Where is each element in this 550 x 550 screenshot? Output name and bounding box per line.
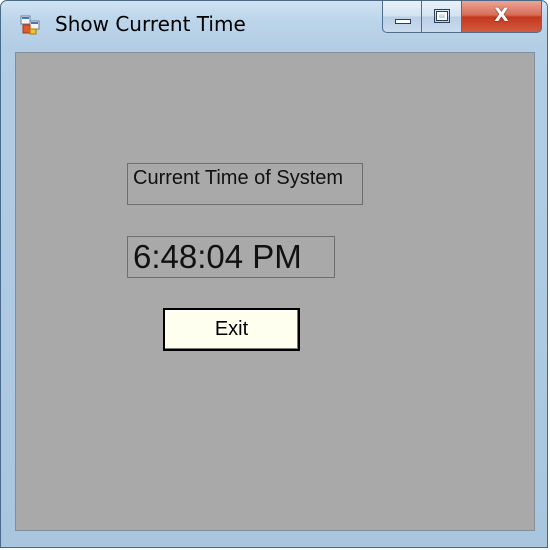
minimize-button[interactable] (382, 1, 422, 33)
close-button[interactable]: X (462, 1, 542, 33)
app-window: Show Current Time X Current Time of Syst… (0, 0, 548, 548)
current-time-display: 6:48:04 PM (127, 236, 335, 278)
caption-label: Current Time of System (127, 163, 363, 205)
caption-buttons: X (382, 1, 542, 35)
maximize-button[interactable] (422, 1, 462, 33)
title-bar[interactable]: Show Current Time X (1, 1, 547, 47)
close-icon: X (494, 4, 509, 26)
maximize-icon (434, 9, 450, 23)
exit-button[interactable]: Exit (163, 308, 300, 351)
windows-form-icon (20, 15, 40, 35)
window-title: Show Current Time (55, 12, 246, 36)
form-client-area: Current Time of System 6:48:04 PM Exit (15, 52, 535, 531)
minimize-icon (395, 19, 411, 24)
